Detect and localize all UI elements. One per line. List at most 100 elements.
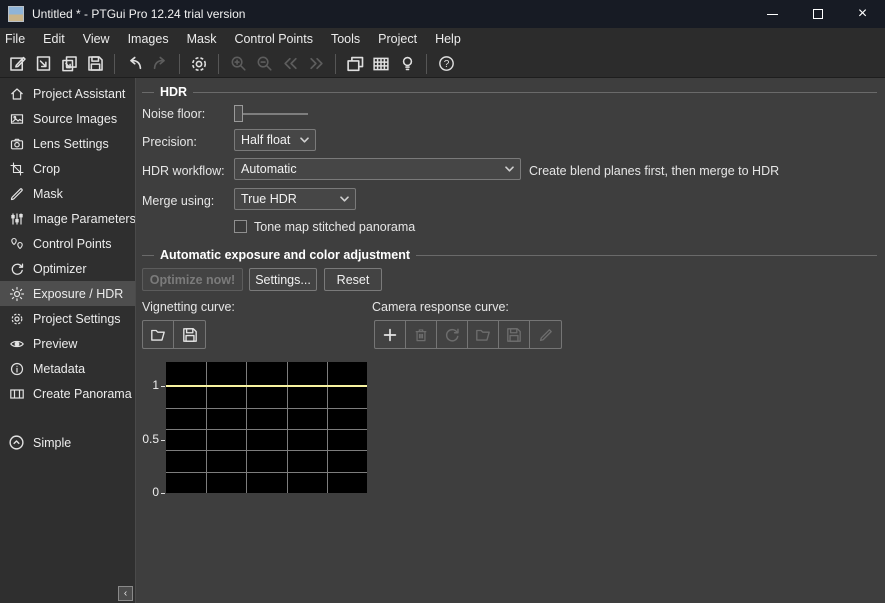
delete-response-curve-button[interactable] xyxy=(406,321,437,348)
menu-view[interactable]: View xyxy=(74,28,119,50)
toolbar-separator xyxy=(218,54,219,74)
toolbar-separator xyxy=(114,54,115,74)
hdr-workflow-label: HDR workflow: xyxy=(142,164,225,178)
chevron-up-circle-icon xyxy=(8,434,25,451)
hdr-section-header: HDR xyxy=(142,85,877,99)
redo-icon[interactable] xyxy=(147,53,173,75)
precision-label: Precision: xyxy=(142,135,197,149)
window-title: Untitled * - PTGui Pro 12.24 trial versi… xyxy=(32,7,245,21)
precision-dropdown[interactable]: Half float xyxy=(234,129,316,151)
slider-track xyxy=(234,113,308,115)
images-icon xyxy=(8,110,25,127)
reset-response-curve-button[interactable] xyxy=(437,321,468,348)
sidebar-item-preview[interactable]: Preview xyxy=(0,331,135,356)
new-project-icon[interactable] xyxy=(4,53,30,75)
save-icon[interactable] xyxy=(82,53,108,75)
tonemap-label: Tone map stitched panorama xyxy=(254,220,415,234)
close-button[interactable]: × xyxy=(840,0,885,28)
sidebar-item-label: Preview xyxy=(33,337,77,351)
button-label: Optimize now! xyxy=(150,273,235,287)
folder-open-icon xyxy=(474,326,492,344)
edit-response-curve-button[interactable] xyxy=(530,321,561,348)
menu-control-points[interactable]: Control Points xyxy=(225,28,322,50)
y-axis-tick-label: 0 xyxy=(136,485,159,499)
next-icon[interactable] xyxy=(303,53,329,75)
settings-gear-icon[interactable] xyxy=(186,53,212,75)
sidebar-item-lens-settings[interactable]: Lens Settings xyxy=(0,131,135,156)
panorama-editor-icon[interactable] xyxy=(342,53,368,75)
save-response-curve-button[interactable] xyxy=(499,321,530,348)
sidebar-item-exposure-hdr[interactable]: Exposure / HDR xyxy=(0,281,135,306)
add-response-curve-button[interactable] xyxy=(375,321,406,348)
menu-edit[interactable]: Edit xyxy=(34,28,74,50)
tonemap-checkbox[interactable] xyxy=(234,220,247,233)
divider xyxy=(416,255,877,256)
maximize-icon xyxy=(813,9,823,19)
sidebar-item-optimizer[interactable]: Optimizer xyxy=(0,256,135,281)
crop-icon xyxy=(8,160,25,177)
zoom-out-icon[interactable] xyxy=(251,53,277,75)
sidebar-item-metadata[interactable]: Metadata xyxy=(0,356,135,381)
load-vignetting-curve-button[interactable] xyxy=(143,321,174,348)
collapse-sidebar-button[interactable]: ‹ xyxy=(118,586,133,601)
sidebar-item-image-parameters[interactable]: Image Parameters xyxy=(0,206,135,231)
menu-file[interactable]: File xyxy=(5,28,34,50)
slider-handle[interactable] xyxy=(234,105,243,122)
sidebar-item-project-settings[interactable]: Project Settings xyxy=(0,306,135,331)
help-icon[interactable]: ? xyxy=(433,53,459,75)
menu-images[interactable]: Images xyxy=(119,28,178,50)
chevron-left-icon: ‹ xyxy=(124,588,127,599)
hdr-workflow-dropdown[interactable]: Automatic xyxy=(234,158,521,180)
camera-response-curve-label: Camera response curve: xyxy=(372,300,509,314)
menubar: File Edit View Images Mask Control Point… xyxy=(0,28,885,50)
sidebar-item-label: Project Settings xyxy=(33,312,121,326)
sidebar-item-label: Project Assistant xyxy=(33,87,125,101)
vignetting-plot xyxy=(166,362,367,493)
camera-icon xyxy=(8,135,25,152)
button-label: Reset xyxy=(337,273,370,287)
eye-icon xyxy=(8,335,25,352)
sidebar-item-project-assistant[interactable]: Project Assistant xyxy=(0,81,135,106)
y-axis-tick-mark xyxy=(161,440,165,441)
sidebar-item-crop[interactable]: Crop xyxy=(0,156,135,181)
add-images-icon[interactable] xyxy=(56,53,82,75)
noise-floor-slider[interactable] xyxy=(234,105,308,123)
save-vignetting-curve-button[interactable] xyxy=(174,321,205,348)
sidebar-item-source-images[interactable]: Source Images xyxy=(0,106,135,131)
menu-help[interactable]: Help xyxy=(426,28,470,50)
sidebar-item-label: Lens Settings xyxy=(33,137,109,151)
settings-button[interactable]: Settings... xyxy=(249,268,317,291)
minimize-button[interactable] xyxy=(750,0,795,28)
y-axis-tick-mark xyxy=(161,493,165,494)
plot-gridline-vertical xyxy=(246,362,247,493)
sidebar-item-control-points[interactable]: Control Points xyxy=(0,231,135,256)
toolbar: ? xyxy=(0,50,885,78)
noise-floor-label: Noise floor: xyxy=(142,107,205,121)
optimize-now-button[interactable]: Optimize now! xyxy=(142,268,243,291)
sidebar-item-label: Image Parameters xyxy=(33,212,136,226)
sidebar-item-mask[interactable]: Mask xyxy=(0,181,135,206)
open-project-icon[interactable] xyxy=(30,53,56,75)
undo-icon[interactable] xyxy=(121,53,147,75)
detail-viewer-icon[interactable] xyxy=(368,53,394,75)
previous-icon[interactable] xyxy=(277,53,303,75)
pencil-icon xyxy=(537,326,555,344)
close-icon: × xyxy=(858,5,867,23)
sidebar-item-create-panorama[interactable]: Create Panorama xyxy=(0,381,135,406)
toolbar-separator xyxy=(335,54,336,74)
lightbulb-icon[interactable] xyxy=(394,53,420,75)
menu-mask[interactable]: Mask xyxy=(178,28,226,50)
sidebar-item-label: Source Images xyxy=(33,112,117,126)
toolbar-separator xyxy=(179,54,180,74)
button-label: Settings... xyxy=(255,273,311,287)
maximize-button[interactable] xyxy=(795,0,840,28)
merge-using-dropdown[interactable]: True HDR xyxy=(234,188,356,210)
menu-tools[interactable]: Tools xyxy=(322,28,369,50)
vignetting-curve xyxy=(166,385,367,387)
load-response-curve-button[interactable] xyxy=(468,321,499,348)
menu-project[interactable]: Project xyxy=(369,28,426,50)
reset-button[interactable]: Reset xyxy=(324,268,382,291)
zoom-in-icon[interactable] xyxy=(225,53,251,75)
brush-icon xyxy=(8,185,25,202)
sidebar-item-simple[interactable]: Simple xyxy=(0,430,135,455)
